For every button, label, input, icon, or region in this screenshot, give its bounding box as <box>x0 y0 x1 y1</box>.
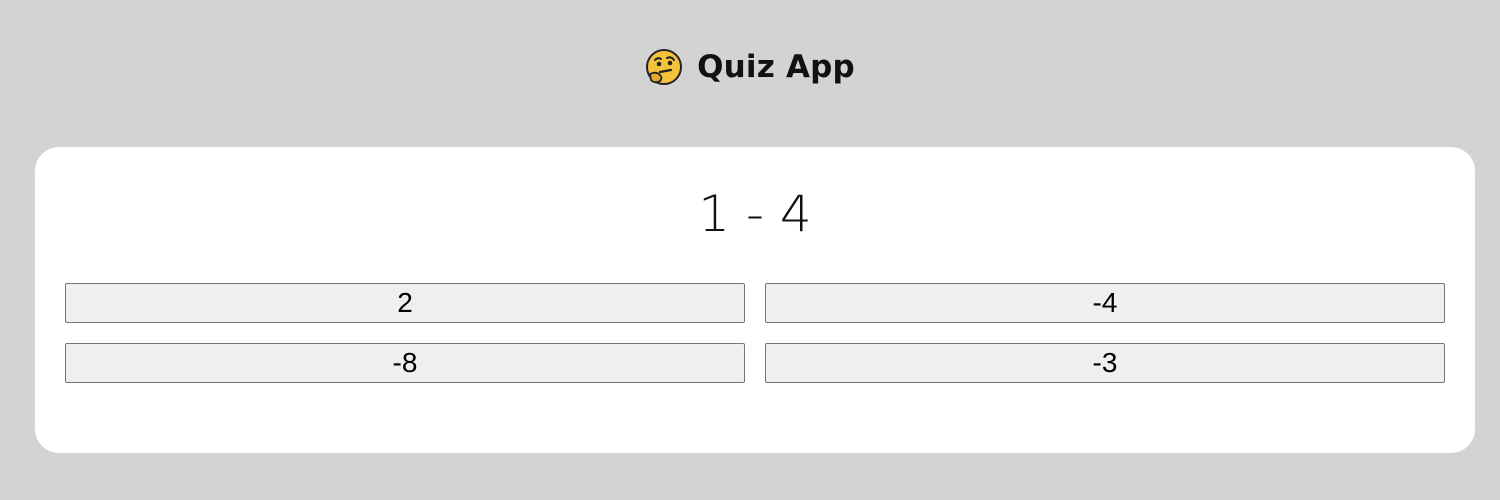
thinking-face-icon <box>646 49 683 85</box>
answer-button[interactable]: -3 <box>765 343 1445 383</box>
answer-button[interactable]: -4 <box>765 283 1445 323</box>
answer-button[interactable]: -8 <box>65 343 745 383</box>
app-title: Quiz App <box>697 49 855 85</box>
question-text: 1 - 4 <box>698 185 812 243</box>
app-header: Quiz App <box>0 44 1500 90</box>
answer-button[interactable]: 2 <box>65 283 745 323</box>
quiz-card: 1 - 4 2 -4 -8 -3 <box>35 147 1475 453</box>
